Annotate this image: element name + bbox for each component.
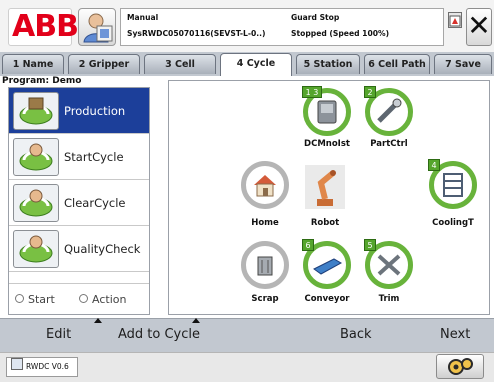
station-number-badge: 5 [364, 239, 376, 251]
cycle-list: Production StartCycle ClearCycle Quality… [8, 87, 150, 315]
abb-menu-button[interactable]: ABB [8, 8, 79, 46]
cycle-item-startcycle[interactable]: StartCycle [9, 134, 149, 180]
cycle-item-label: QualityCheck [64, 242, 141, 256]
probe-icon [372, 95, 406, 129]
cell-layout-canvas: 1 3 DCMnoIst 2 PartCtrl Home Robot 4 Coo… [168, 80, 490, 315]
station-scrap[interactable] [241, 241, 289, 289]
task-icon [11, 358, 23, 370]
program-label: Program: Demo [2, 76, 82, 86]
run-state: Stopped (Speed 100%) [291, 29, 390, 38]
add-to-cycle-button[interactable]: Add to Cycle [118, 319, 200, 353]
guard-state: Guard Stop [291, 13, 340, 22]
start-radio-label: Start [28, 293, 55, 306]
station-number-badge: 4 [428, 159, 440, 171]
station-number-badge: 6 [302, 239, 314, 251]
station-conveyor[interactable]: 6 [302, 239, 351, 289]
wizard-tab-bar: 1 Name 2 Gripper 3 Cell 4 Cycle 5 Statio… [0, 52, 494, 76]
edit-button[interactable]: Edit [46, 319, 71, 353]
cycle-item-label: Production [64, 104, 126, 118]
cycle-item-label: ClearCycle [64, 196, 126, 210]
radio-dot [15, 294, 24, 303]
station-number-badge: 1 3 [302, 86, 322, 98]
action-radio-label: Action [92, 293, 127, 306]
status-flag-icon[interactable] [448, 12, 462, 28]
edit-menu-caret-icon [94, 318, 102, 323]
cycle-item-qualitycheck[interactable]: QualityCheck [9, 226, 149, 272]
station-trim[interactable]: 5 [364, 239, 413, 289]
operating-mode: Manual [127, 13, 159, 22]
mode-radio-group: Start Action [9, 283, 149, 315]
trim-icon [372, 248, 406, 282]
status-box[interactable]: Manual SysRWDC05070116(SEVST-L-0..) Guar… [120, 8, 444, 46]
cycle-item-label: StartCycle [64, 150, 124, 164]
home-icon [248, 168, 282, 202]
production-icon [13, 92, 59, 130]
start-cycle-icon [13, 138, 59, 176]
add-menu-caret-icon [192, 318, 200, 323]
tab-name[interactable]: 1 Name [2, 54, 64, 74]
quality-check-icon [13, 230, 59, 268]
back-button[interactable]: Back [340, 319, 372, 353]
station-dcmnoist[interactable]: 1 3 [302, 86, 351, 136]
tab-station[interactable]: 5 Station [296, 54, 360, 74]
station-partctrl[interactable]: 2 [364, 86, 413, 136]
tab-save[interactable]: 7 Save [434, 54, 492, 74]
task-label: RWDC V0.6 [26, 362, 69, 371]
close-button[interactable]: ✕ [466, 8, 492, 46]
start-radio[interactable]: Start [15, 293, 55, 306]
station-label-dcmnoist: DCMnoIst [304, 139, 350, 149]
cycle-item-production[interactable]: Production [9, 88, 149, 134]
user-icon[interactable] [78, 8, 116, 46]
quickset-button[interactable] [436, 354, 484, 379]
cooling-rack-icon [436, 168, 470, 202]
station-robot[interactable] [305, 165, 345, 209]
task-button[interactable]: RWDC V0.6 [6, 357, 78, 377]
dcm-icon [310, 95, 344, 129]
station-number-badge: 2 [364, 86, 376, 98]
station-label-robot: Robot [310, 218, 340, 228]
tab-cell-path[interactable]: 6 Cell Path [364, 54, 430, 74]
tab-cell[interactable]: 3 Cell [144, 54, 216, 74]
station-label-coolingt: CoolingT [432, 218, 474, 228]
command-bar: Edit Add to Cycle Back Next [0, 318, 494, 353]
station-label-conveyor: Conveyor [304, 294, 350, 304]
station-label-scrap: Scrap [251, 294, 279, 304]
tab-gripper[interactable]: 2 Gripper [68, 54, 140, 74]
quickset-gears-icon [448, 358, 473, 375]
cycle-item-clearcycle[interactable]: ClearCycle [9, 180, 149, 226]
tab-cycle[interactable]: 4 Cycle [220, 53, 292, 76]
station-label-partctrl: PartCtrl [370, 139, 408, 149]
conveyor-icon [310, 248, 344, 282]
next-button[interactable]: Next [440, 319, 470, 353]
system-name: SysRWDC05070116(SEVST-L-0..) [127, 29, 266, 38]
station-label-home: Home [251, 218, 279, 228]
action-radio[interactable]: Action [79, 293, 126, 306]
station-home[interactable] [241, 161, 289, 209]
radio-dot [79, 294, 88, 303]
station-coolingt[interactable]: 4 [428, 159, 477, 209]
abb-logo-text: ABB [12, 9, 79, 44]
scrap-bin-icon [248, 248, 282, 282]
station-label-trim: Trim [378, 294, 400, 304]
robot-icon [305, 165, 345, 209]
clear-cycle-icon [13, 184, 59, 222]
